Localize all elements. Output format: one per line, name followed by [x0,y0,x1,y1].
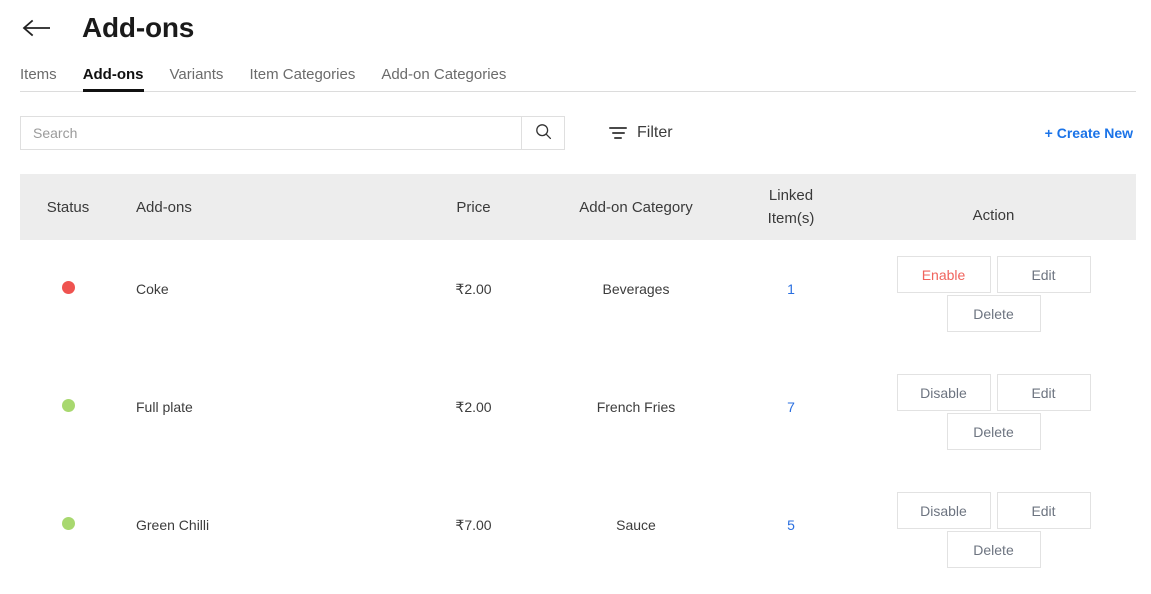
search-input[interactable] [20,116,521,150]
column-header-add-ons: Add-ons [136,198,192,216]
addon-category: Sauce [616,517,656,533]
row-actions-primary: Disable Edit [896,492,1091,529]
filter-button[interactable]: Filter [609,124,673,142]
column-header-linked-line2: Item(s) [767,210,815,227]
linked-items-cell: 1 [731,240,851,297]
table-header-row: Status Add-ons Price Add-on Category Lin… [20,174,1136,240]
addons-page: Add-ons Items Add-ons Variants Item Cate… [0,0,1151,594]
tab-add-on-categories[interactable]: Add-on Categories [381,66,506,92]
edit-button[interactable]: Edit [996,492,1091,529]
linked-items-link[interactable]: 5 [787,517,795,533]
row-actions-secondary: Delete [946,531,1041,568]
status-dot-active [61,517,75,530]
tab-add-ons[interactable]: Add-ons [82,66,144,92]
disable-button[interactable]: Disable [896,374,991,411]
addon-name: Full plate [136,399,193,415]
edit-button[interactable]: Edit [996,256,1091,293]
search-button[interactable] [521,116,565,150]
column-header-linked-line1: Linked [768,186,814,204]
filter-icon [609,127,627,139]
column-header-price: Price [456,198,491,216]
tab-item-categories[interactable]: Item Categories [249,66,355,92]
status-dot-active [61,399,75,412]
status-indicator-cell [20,240,116,297]
delete-button[interactable]: Delete [946,531,1041,568]
delete-button[interactable]: Delete [946,295,1041,332]
addon-price: ₹2.00 [455,281,492,297]
column-header-category: Add-on Category [579,198,693,216]
table-row: Full plate ₹2.00 French Fries 7 Disable … [20,358,1136,476]
filter-label: Filter [637,124,673,141]
addon-price: ₹2.00 [455,399,492,415]
enable-button[interactable]: Enable [896,256,991,293]
tab-items[interactable]: Items [20,66,57,92]
table-row: Coke ₹2.00 Beverages 1 Enable Edit Delet… [20,240,1136,358]
row-actions: Disable Edit Delete [851,476,1136,568]
linked-items-link[interactable]: 1 [787,281,795,297]
delete-button[interactable]: Delete [946,413,1041,450]
row-actions-primary: Enable Edit [896,256,1091,293]
search-bar [20,116,565,150]
search-icon [535,123,552,143]
addon-category: French Fries [596,399,676,415]
edit-button[interactable]: Edit [996,374,1091,411]
tab-bar: Items Add-ons Variants Item Categories A… [0,60,1151,92]
linked-items-cell: 5 [731,476,851,533]
row-actions-secondary: Delete [946,295,1041,332]
addons-table: Status Add-ons Price Add-on Category Lin… [20,174,1136,594]
column-header-status: Status [46,198,90,216]
page-title: Add-ons [82,12,195,43]
page-header: Add-ons [0,0,1151,48]
column-header-action: Action [972,206,1015,224]
toolbar: Filter + Create New [0,114,1151,152]
table-row: Green Chilli ₹7.00 Sauce 5 Disable Edit … [20,476,1136,594]
disable-button[interactable]: Disable [896,492,991,529]
status-indicator-cell [20,476,116,533]
status-dot-inactive [61,281,75,294]
row-actions-primary: Disable Edit [896,374,1091,411]
addon-name: Green Chilli [136,517,210,533]
row-actions-secondary: Delete [946,413,1041,450]
column-header-linked-items: Linked Item(s) [731,184,851,231]
addon-price: ₹7.00 [455,517,492,533]
addon-name: Coke [136,281,169,297]
linked-items-link[interactable]: 7 [787,399,795,415]
row-actions: Enable Edit Delete [851,240,1136,332]
create-new-button[interactable]: + Create New [1045,125,1136,141]
linked-items-cell: 7 [731,358,851,415]
status-indicator-cell [20,358,116,415]
tab-variants[interactable]: Variants [170,66,224,92]
addon-category: Beverages [602,281,670,297]
arrow-left-icon[interactable] [20,11,54,45]
row-actions: Disable Edit Delete [851,358,1136,450]
